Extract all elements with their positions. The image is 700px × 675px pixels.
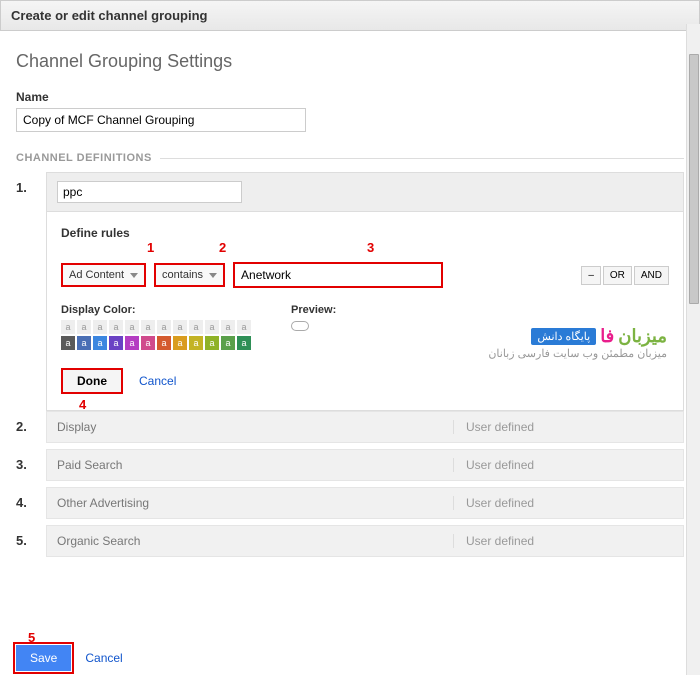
color-swatch[interactable]: a (93, 336, 107, 350)
scrollbar-track[interactable] (686, 24, 700, 675)
channel-row[interactable]: DisplayUser defined (46, 411, 684, 443)
channel-index-1: 1. (16, 172, 40, 195)
channel-name: Display (57, 420, 453, 434)
color-swatch[interactable]: a (205, 320, 219, 334)
annotation-4: 4 (79, 397, 86, 412)
channel-row[interactable]: Organic SearchUser defined (46, 525, 684, 557)
color-swatch[interactable]: a (205, 336, 219, 350)
channel-name: Organic Search (57, 534, 453, 548)
color-swatch[interactable]: a (237, 320, 251, 334)
channel-type: User defined (453, 420, 673, 434)
display-color-label: Display Color: (61, 304, 251, 316)
channel-name: Other Advertising (57, 496, 453, 510)
channel-index: 4. (16, 487, 40, 510)
divider (160, 158, 684, 159)
color-swatch[interactable]: a (77, 320, 91, 334)
annotation-2: 2 (219, 240, 226, 255)
define-rules-label: Define rules (61, 226, 669, 240)
color-swatch[interactable]: a (173, 336, 187, 350)
color-swatch-row-light: aaaaaaaaaaaa (61, 320, 251, 334)
channel-name-input[interactable] (57, 181, 242, 203)
channel-rule-editor: Define rules 1 2 3 Ad Content contains (46, 212, 684, 411)
done-button[interactable]: Done (61, 368, 123, 394)
channel-name: Paid Search (57, 458, 453, 472)
color-swatch[interactable]: a (157, 320, 171, 334)
annotation-3: 3 (367, 240, 374, 255)
color-swatch[interactable]: a (125, 320, 139, 334)
chevron-down-icon (209, 273, 217, 278)
cancel-edit-button[interactable]: Cancel (139, 374, 176, 388)
cancel-button[interactable]: Cancel (85, 651, 122, 665)
rule-or-button[interactable]: OR (603, 266, 632, 285)
channel-type: User defined (453, 496, 673, 510)
chevron-down-icon (130, 273, 138, 278)
name-label: Name (16, 90, 684, 104)
color-swatch[interactable]: a (221, 336, 235, 350)
color-swatch[interactable]: a (141, 320, 155, 334)
channel-index: 5. (16, 525, 40, 548)
channel-row[interactable]: Paid SearchUser defined (46, 449, 684, 481)
channel-type: User defined (453, 458, 673, 472)
channel-row[interactable]: Other AdvertisingUser defined (46, 487, 684, 519)
color-swatch[interactable]: a (141, 336, 155, 350)
color-swatch[interactable]: a (61, 320, 75, 334)
grouping-name-input[interactable] (16, 108, 306, 132)
color-swatch[interactable]: a (237, 336, 251, 350)
section-channel-definitions: CHANNEL DEFINITIONS (16, 152, 152, 164)
color-swatch-row-dark: aaaaaaaaaaaa (61, 336, 251, 350)
color-swatch[interactable]: a (77, 336, 91, 350)
annotation-5: 5 (28, 630, 35, 645)
color-swatch[interactable]: a (109, 336, 123, 350)
watermark-badge: پایگاه دانش (531, 328, 596, 345)
annotation-1: 1 (147, 240, 154, 255)
watermark-text-green: میزبان (618, 326, 667, 347)
color-swatch[interactable]: a (109, 320, 123, 334)
color-swatch[interactable]: a (189, 320, 203, 334)
dialog-header: Create or edit channel grouping (0, 0, 700, 31)
rule-value-input[interactable] (233, 262, 443, 288)
color-swatch[interactable]: a (221, 320, 235, 334)
rule-remove-button[interactable]: – (581, 266, 601, 285)
rule-and-button[interactable]: AND (634, 266, 669, 285)
channel-type: User defined (453, 534, 673, 548)
page-title: Channel Grouping Settings (16, 51, 684, 72)
save-button[interactable]: Save (16, 645, 71, 671)
channel-index: 2. (16, 411, 40, 434)
watermark-text-pink: فا (600, 326, 614, 347)
channel-name-bar (46, 172, 684, 212)
rule-operator-label: contains (162, 269, 203, 281)
color-swatch[interactable]: a (61, 336, 75, 350)
color-swatch[interactable]: a (93, 320, 107, 334)
channel-index: 3. (16, 449, 40, 472)
rule-dimension-label: Ad Content (69, 269, 124, 281)
watermark-subtitle: میزبان مطمئن وب سایت فارسی زبانان (488, 347, 667, 360)
watermark: پایگاه دانش فا میزبان میزبان مطمئن وب سا… (488, 326, 667, 360)
color-preview-icon (291, 321, 309, 331)
rule-operator-dropdown[interactable]: contains (154, 263, 225, 287)
color-swatch[interactable]: a (189, 336, 203, 350)
scrollbar-thumb[interactable] (689, 54, 699, 304)
color-swatch[interactable]: a (173, 320, 187, 334)
color-swatch[interactable]: a (157, 336, 171, 350)
rule-dimension-dropdown[interactable]: Ad Content (61, 263, 146, 287)
preview-label: Preview: (291, 304, 336, 316)
rule-logic-group: – OR AND (581, 266, 669, 285)
color-swatch[interactable]: a (125, 336, 139, 350)
